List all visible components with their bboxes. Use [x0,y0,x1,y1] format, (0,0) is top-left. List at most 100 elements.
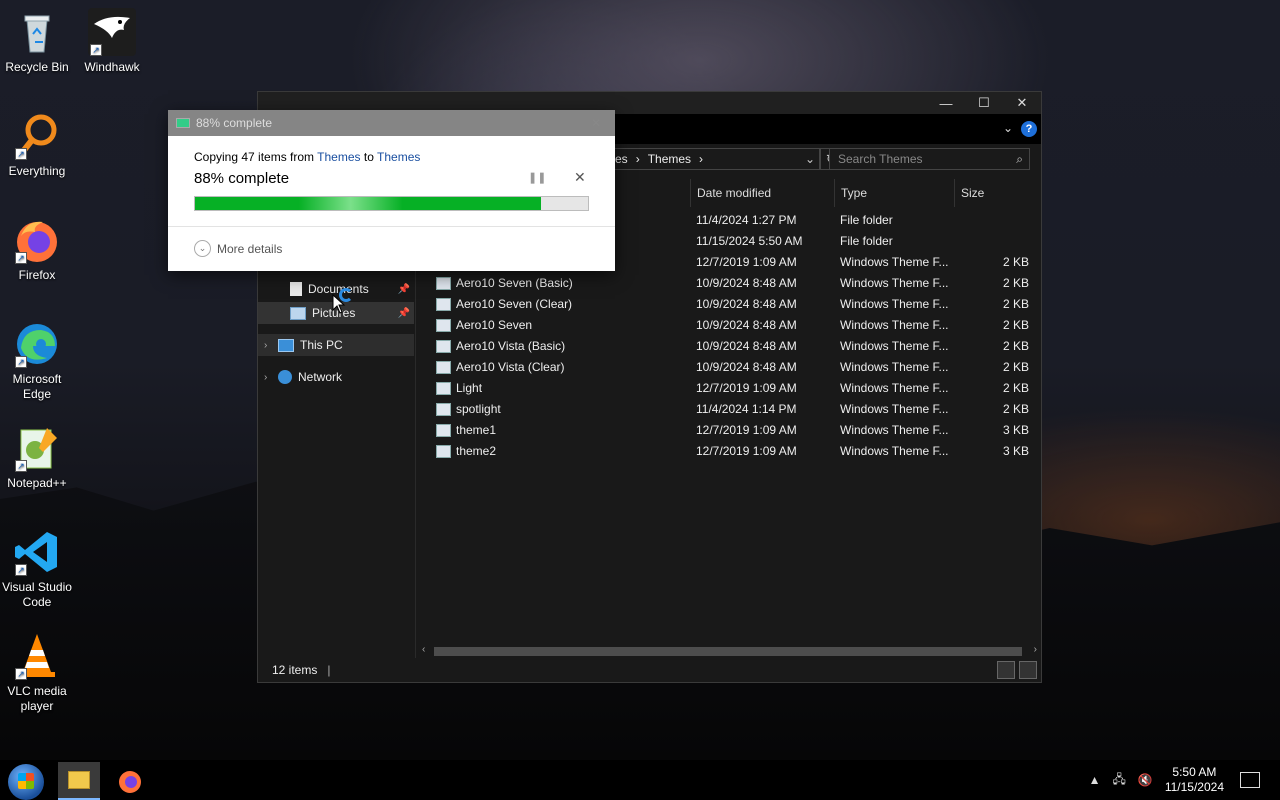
desktop-icon-notepadpp[interactable]: ↗ Notepad++ [1,424,73,491]
shortcut-arrow-icon: ↗ [15,252,27,264]
file-type: Windows Theme F... [840,381,949,395]
desktop-icon-label: Windhawk [84,60,140,74]
help-icon[interactable]: ? [1021,121,1037,137]
source-link[interactable]: Themes [317,150,360,164]
close-icon[interactable]: ✕ [591,110,601,136]
breadcrumb-segment[interactable]: es [615,152,628,166]
close-icon: ✕ [574,169,586,185]
address-dropdown-icon[interactable]: ⌄ [805,152,819,166]
notification-icon[interactable] [1240,772,1260,788]
search-input[interactable]: Search Themes ⌕ [829,148,1030,170]
file-row[interactable]: theme1 12/7/2019 1:09 AM Windows Theme F… [418,420,1041,441]
maximize-icon[interactable]: ☐ [965,92,1003,114]
file-row[interactable]: spotlight 11/4/2024 1:14 PM Windows Them… [418,399,1041,420]
column-date-modified[interactable]: Date modified [690,179,834,207]
clock-time: 5:50 AM [1172,765,1217,779]
file-name: theme1 [456,423,497,437]
file-date: 12/7/2019 1:09 AM [696,423,797,437]
desktop-icon-recycle-bin[interactable]: Recycle Bin [1,8,73,75]
pin-icon[interactable]: 📌 [398,308,410,319]
address-bar[interactable]: es › Themes › ⌄ [608,148,820,170]
firefox-icon [119,771,141,793]
file-row[interactable]: Aero10 Vista (Basic) 10/9/2024 8:48 AM W… [418,336,1041,357]
file-date: 10/9/2024 8:48 AM [696,360,797,374]
breadcrumb-separator-icon: › [699,152,704,166]
file-name: Aero10 Seven (Clear) [456,297,573,311]
start-button[interactable] [8,764,44,800]
file-row[interactable]: Light 12/7/2019 1:09 AM Windows Theme F.… [418,378,1041,399]
desktop-icon-label: Firefox [18,268,56,282]
file-type: Windows Theme F... [840,276,949,290]
shortcut-arrow-icon: ↗ [15,148,27,160]
minimize-icon[interactable]: — [927,92,965,114]
column-size[interactable]: Size [954,179,1034,207]
item-count: 12 items [272,663,318,677]
file-row[interactable]: Aero10 Vista (Clear) 10/9/2024 8:48 AM W… [418,357,1041,378]
nav-item-this-pc[interactable]: › This PC [258,334,414,356]
taskbar-file-explorer[interactable] [58,762,100,800]
everything-icon: ↗ [13,112,61,160]
theme-file-icon [436,424,451,437]
breadcrumb-separator-icon: › [635,152,640,166]
destination-link[interactable]: Themes [377,150,420,164]
progress-bar [194,196,589,211]
close-icon[interactable]: ✕ [1003,92,1041,114]
more-details-button[interactable]: ⌄ More details [194,240,282,257]
theme-file-icon [436,361,451,374]
file-type: Windows Theme F... [840,318,949,332]
file-row[interactable]: Aero10 Seven 10/9/2024 8:48 AM Windows T… [418,315,1041,336]
pin-icon[interactable]: 📌 [398,284,410,295]
scroll-right-icon[interactable]: › [1034,644,1037,655]
large-icons-view-icon[interactable] [1019,661,1037,679]
scrollbar-thumb[interactable] [434,647,1022,656]
details-view-icon[interactable] [997,661,1015,679]
file-row[interactable]: Aero10 Seven (Clear) 10/9/2024 8:48 AM W… [418,294,1041,315]
file-size: 3 KB [1003,444,1030,458]
network-icon [278,370,292,384]
edge-icon: ↗ [13,320,61,368]
file-name: Aero10 Vista (Basic) [456,339,566,353]
file-date: 10/9/2024 8:48 AM [696,276,797,290]
desktop-icon-edge[interactable]: ↗ Microsoft Edge [1,320,73,402]
desktop-icon-vscode[interactable]: ↗ Visual Studio Code [1,528,73,610]
copy-progress-dialog: 88% complete ✕ Copying 47 items from The… [168,110,615,271]
scroll-left-icon[interactable]: ‹ [422,644,425,655]
pause-button[interactable]: ❚❚ [528,171,546,184]
desktop-icon-label: Everything [8,164,66,178]
volume-muted-icon[interactable]: 🔇 [1138,773,1153,787]
windhawk-icon: ↗ [88,8,136,56]
desktop-icon-firefox[interactable]: ↗ Firefox [1,216,73,283]
desktop-icon-label: Notepad++ [7,476,67,490]
show-hidden-icons-icon[interactable]: ▲ [1089,773,1101,787]
search-icon[interactable]: ⌕ [1016,149,1023,169]
desktop-icon-everything[interactable]: ↗ Everything [1,112,73,179]
file-row[interactable]: Aero10 Seven (Basic) 10/9/2024 8:48 AM W… [418,273,1041,294]
desktop-icon-vlc[interactable]: ↗ VLC media player [1,632,73,714]
theme-file-icon [436,403,451,416]
firefox-icon: ↗ [13,216,61,264]
chevron-down-icon[interactable]: ⌄ [1003,121,1013,135]
column-type[interactable]: Type [834,179,954,207]
file-type: Windows Theme F... [840,255,949,269]
network-icon[interactable]: 🖧 [1112,770,1125,791]
dialog-title: 88% complete [196,116,273,130]
expand-arrow-icon[interactable]: › [264,340,278,351]
file-type: Windows Theme F... [840,444,949,458]
expand-arrow-icon[interactable]: › [264,372,278,383]
file-name: spotlight [456,402,501,416]
cancel-button[interactable]: ✕ [574,169,586,186]
taskbar-firefox[interactable] [110,764,150,798]
nav-item-label: This PC [300,338,343,352]
file-date: 12/7/2019 1:09 AM [696,255,797,269]
breadcrumb-current[interactable]: Themes [648,152,691,166]
pause-icon: ❚❚ [528,172,547,184]
horizontal-scrollbar[interactable]: ‹ › [418,643,1041,659]
file-row[interactable]: theme2 12/7/2019 1:09 AM Windows Theme F… [418,441,1041,462]
clock[interactable]: 5:50 AM 11/15/2024 [1165,765,1224,795]
file-type: File folder [840,234,893,248]
shortcut-arrow-icon: ↗ [15,564,27,576]
desktop-icon-windhawk[interactable]: ↗ Windhawk [76,8,148,75]
dialog-titlebar[interactable]: 88% complete ✕ [168,110,615,136]
vlc-icon: ↗ [13,632,61,680]
nav-item-network[interactable]: › Network [258,366,414,388]
